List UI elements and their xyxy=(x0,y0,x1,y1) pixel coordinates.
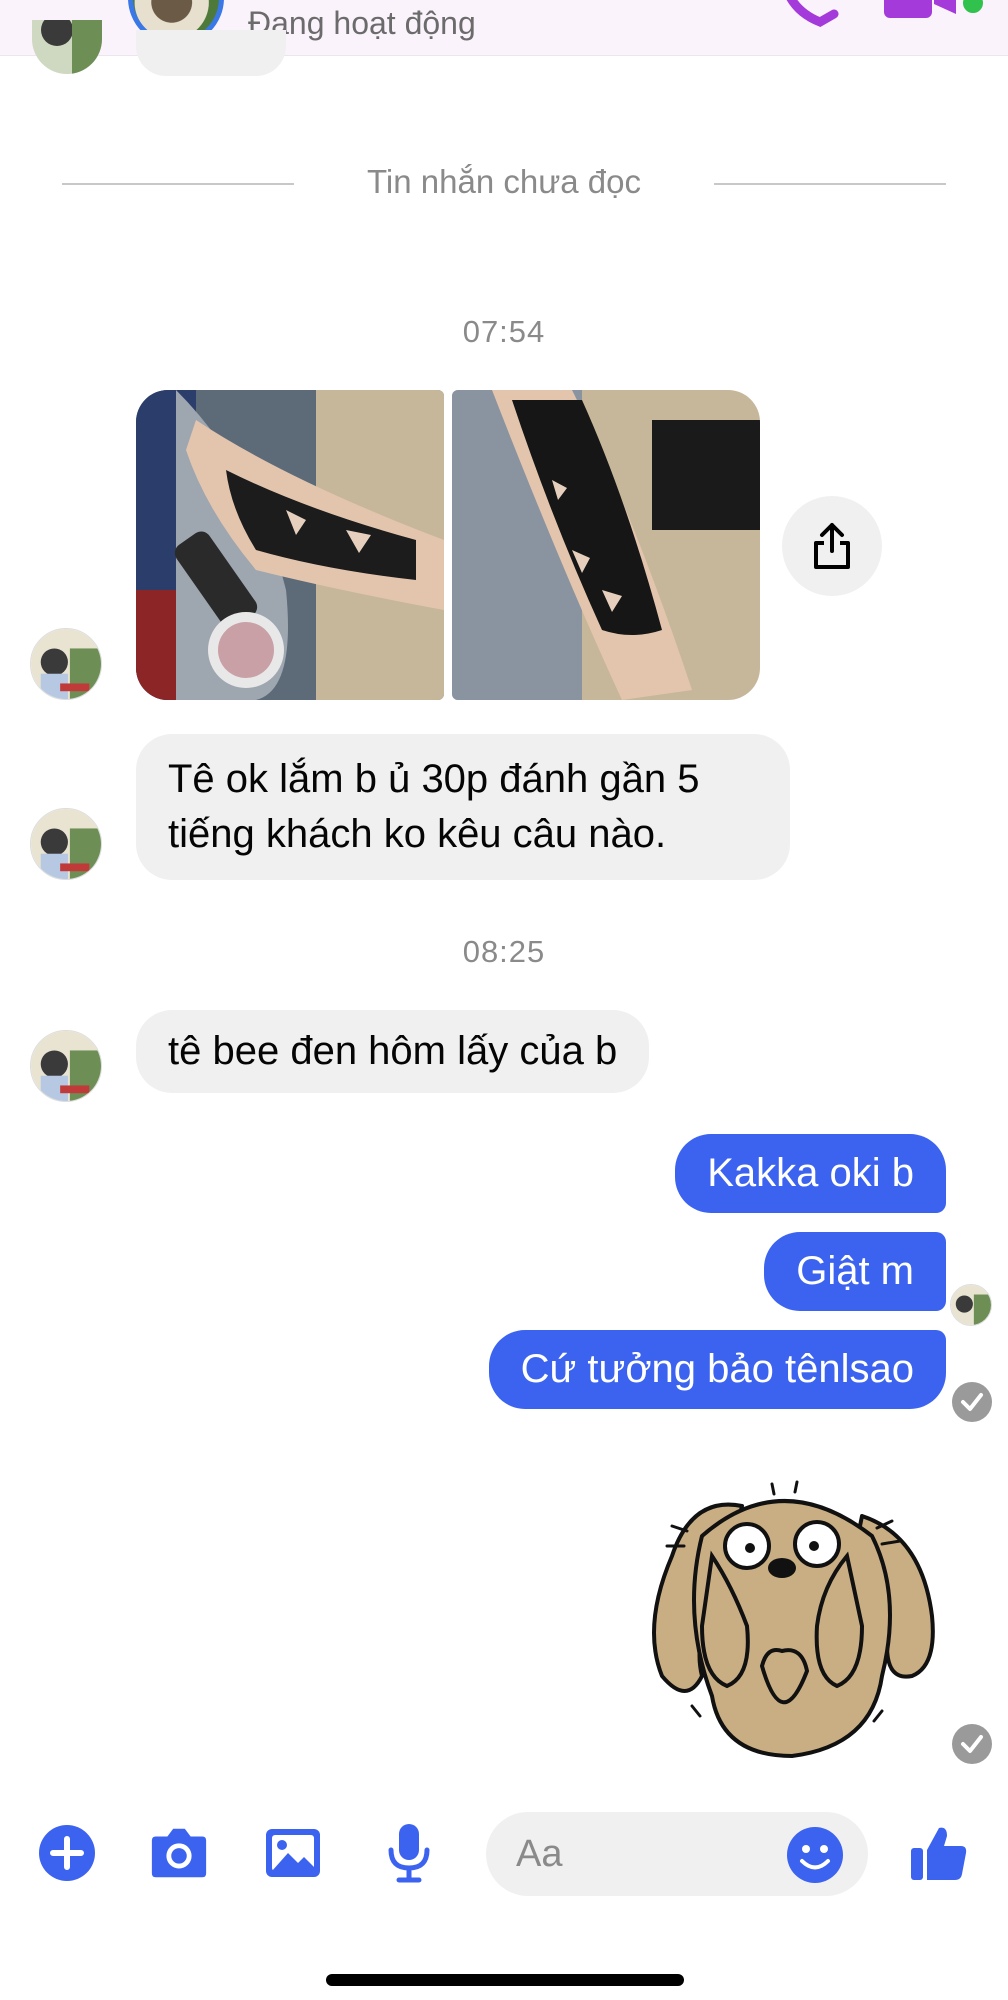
gallery-icon xyxy=(266,1829,320,1877)
message-bubble-incoming[interactable]: Tê ok lắm b ủ 30p đánh gần 5 tiếng khách… xyxy=(136,734,790,880)
microphone-icon xyxy=(388,1824,430,1883)
avatar xyxy=(32,20,102,74)
message-composer xyxy=(0,1800,1008,1900)
share-icon xyxy=(814,523,850,569)
emoji-icon[interactable] xyxy=(786,1826,844,1884)
microphone-button[interactable] xyxy=(378,1822,440,1884)
video-call-icon[interactable] xyxy=(880,0,960,22)
read-receipt-icon xyxy=(952,1382,992,1422)
divider-line xyxy=(62,183,294,185)
message-bubble-outgoing[interactable]: Giật m xyxy=(764,1232,946,1311)
home-indicator xyxy=(326,1974,684,1986)
online-indicator xyxy=(960,0,986,16)
add-button[interactable] xyxy=(36,1822,98,1884)
read-receipt-icon xyxy=(952,1724,992,1764)
divider-line xyxy=(714,183,946,185)
seen-by-avatar xyxy=(950,1284,992,1326)
tattoo-photo[interactable] xyxy=(452,390,760,700)
add-icon xyxy=(39,1825,95,1881)
message-bubble-outgoing[interactable]: Cứ tưởng bảo tênlsao xyxy=(488,1330,946,1409)
sticker-shocked-dog[interactable] xyxy=(632,1476,942,1766)
message-bubble-outgoing[interactable]: Kakka oki b xyxy=(675,1134,946,1213)
timestamp: 07:54 xyxy=(462,314,546,349)
call-icon[interactable] xyxy=(780,0,840,28)
message-bubble-cropped xyxy=(136,30,286,76)
avatar[interactable] xyxy=(30,808,102,880)
camera-button[interactable] xyxy=(148,1822,210,1884)
camera-icon xyxy=(151,1828,207,1878)
timestamp: 08:25 xyxy=(462,934,546,969)
tattoo-photo[interactable] xyxy=(136,390,444,700)
share-button[interactable] xyxy=(782,496,882,596)
like-icon xyxy=(911,1827,967,1880)
like-button[interactable] xyxy=(908,1822,970,1884)
gallery-button[interactable] xyxy=(262,1822,324,1884)
avatar[interactable] xyxy=(30,628,102,700)
avatar[interactable] xyxy=(30,1030,102,1102)
unread-divider-label: Tin nhắn chưa đọc xyxy=(366,163,642,200)
message-bubble-incoming[interactable]: tê bee đen hôm lấy của b xyxy=(136,1010,650,1093)
